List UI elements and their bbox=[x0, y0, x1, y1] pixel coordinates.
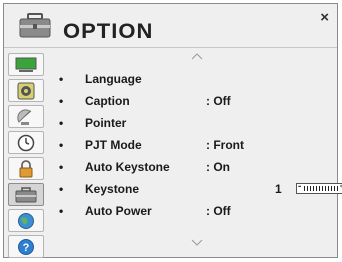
slider-track[interactable] bbox=[304, 186, 338, 191]
clock-icon bbox=[17, 134, 35, 151]
slider-minus[interactable]: - bbox=[298, 181, 301, 192]
bullet: • bbox=[59, 160, 64, 174]
menu-item-keystone[interactable]: • Keystone 1 - + bbox=[59, 180, 342, 202]
menu-item-label: Auto Power bbox=[85, 204, 152, 218]
menu-item-value: : On bbox=[206, 160, 230, 174]
scroll-down-icon[interactable] bbox=[187, 234, 207, 250]
sidebar-item-lock[interactable] bbox=[8, 157, 44, 180]
speaker-icon bbox=[17, 82, 35, 99]
bullet: • bbox=[59, 72, 64, 86]
sidebar-item-option[interactable] bbox=[8, 183, 44, 206]
sidebar-item-channel[interactable] bbox=[8, 105, 44, 128]
menu-item-value: : Off bbox=[206, 204, 231, 218]
keystone-value: 1 bbox=[275, 182, 282, 196]
menu-item-value: : Front bbox=[206, 138, 244, 152]
option-menu: • Language • Caption : Off • Pointer • P… bbox=[59, 70, 342, 224]
sidebar-item-network[interactable] bbox=[8, 209, 44, 232]
sidebar: ? bbox=[8, 53, 44, 261]
menu-item-language[interactable]: • Language bbox=[59, 70, 329, 92]
bullet: • bbox=[59, 182, 64, 196]
menu-item-pointer[interactable]: • Pointer bbox=[59, 114, 329, 136]
menu-item-pjt-mode[interactable]: • PJT Mode : Front bbox=[59, 136, 329, 158]
satellite-dish-icon bbox=[17, 108, 32, 125]
menu-item-label: Keystone bbox=[85, 182, 140, 196]
help-icon: ? bbox=[18, 238, 34, 255]
window-header: OPTION × bbox=[4, 4, 337, 48]
menu-item-caption[interactable]: • Caption : Off bbox=[59, 92, 329, 114]
menu-item-label: Caption bbox=[85, 94, 130, 108]
menu-item-label: Language bbox=[85, 72, 142, 86]
sidebar-item-audio[interactable] bbox=[8, 79, 44, 102]
monitor-icon bbox=[15, 57, 37, 72]
menu-item-label: Pointer bbox=[85, 116, 127, 130]
lock-icon bbox=[19, 159, 33, 177]
option-window: OPTION × ? • Language • Caption: Off • … bbox=[3, 3, 342, 261]
bullet: • bbox=[59, 138, 64, 152]
menu-item-auto-power[interactable]: • Auto Power : Off bbox=[59, 202, 329, 224]
menu-item-auto-keystone[interactable]: • Auto Keystone : On bbox=[59, 158, 329, 180]
sidebar-item-time[interactable] bbox=[8, 131, 44, 154]
bullet: • bbox=[59, 94, 64, 108]
menu-item-label: Auto Keystone bbox=[85, 160, 170, 174]
bullet: • bbox=[59, 116, 64, 130]
bullet: • bbox=[59, 204, 64, 218]
toolbox-icon bbox=[15, 186, 37, 202]
globe-icon bbox=[18, 212, 34, 229]
sidebar-item-help[interactable]: ? bbox=[8, 235, 44, 258]
menu-item-label: PJT Mode bbox=[85, 138, 142, 152]
keystone-slider[interactable]: - + bbox=[296, 181, 342, 194]
svg-text:?: ? bbox=[23, 242, 30, 254]
close-icon[interactable]: × bbox=[320, 10, 329, 25]
toolbox-icon bbox=[18, 13, 52, 44]
menu-item-value: : Off bbox=[206, 94, 231, 108]
sidebar-item-picture[interactable] bbox=[8, 53, 44, 76]
scroll-up-icon[interactable] bbox=[187, 47, 207, 63]
page-title: OPTION bbox=[63, 18, 154, 43]
